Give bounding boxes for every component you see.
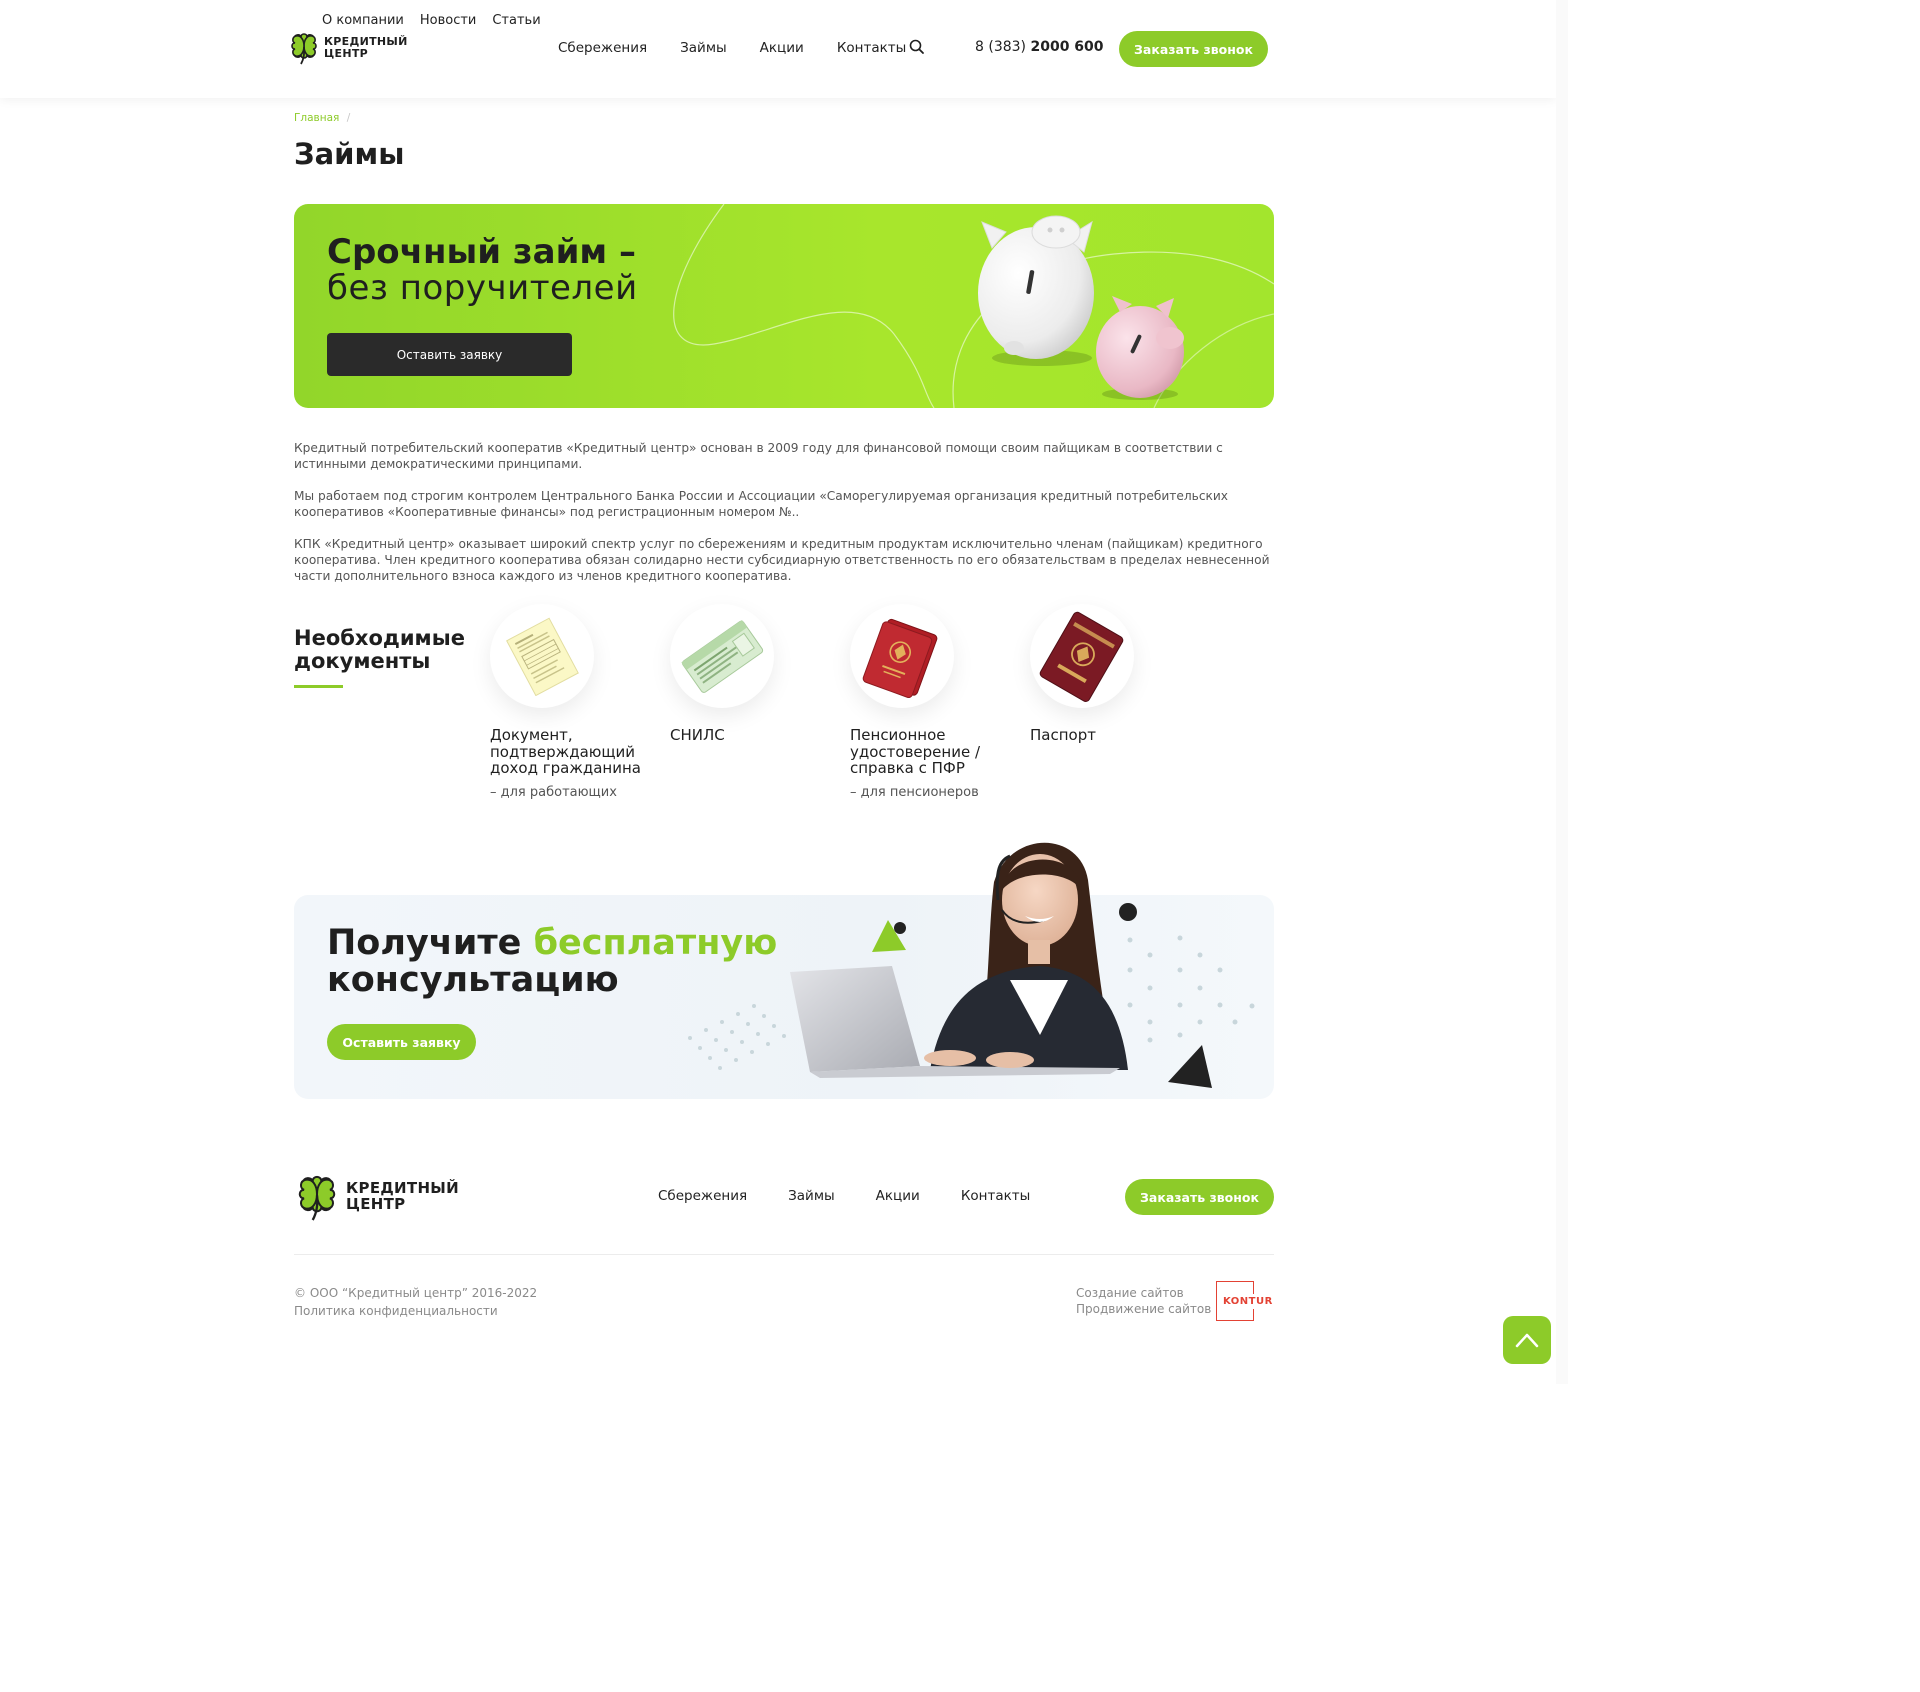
phone-prefix: 8 (383)	[975, 39, 1027, 55]
footer-order-call-button[interactable]: Заказать звонок	[1125, 1179, 1274, 1215]
link-about[interactable]: О компании	[322, 13, 404, 28]
document-title: Паспорт	[1030, 726, 1096, 744]
link-articles[interactable]: Статьи	[492, 13, 540, 28]
income-document-icon	[506, 617, 579, 696]
footer-nav-promotions[interactable]: Акции	[876, 1188, 920, 1204]
hero-apply-button[interactable]: Оставить заявку	[327, 333, 572, 376]
clover-logo-icon	[291, 33, 317, 65]
document-item-pension: Пенсионное удостоверение / справка с ПФР…	[850, 604, 1020, 800]
kontur-logo[interactable]: KONTUR	[1216, 1281, 1273, 1321]
hero-title-line1: Срочный займ –	[327, 232, 637, 272]
consultation-apply-button[interactable]: Оставить заявку	[327, 1024, 476, 1060]
documents-heading: Необходимые документы	[294, 627, 465, 673]
document-title: Пенсионное удостоверение / справка с ПФР	[850, 726, 981, 777]
order-call-button[interactable]: Заказать звонок	[1119, 31, 1268, 67]
scroll-to-top-button[interactable]	[1503, 1316, 1551, 1364]
site-logo[interactable]: КРЕДИТНЫЙ ЦЕНТР	[288, 31, 408, 65]
passport-icon	[1039, 611, 1124, 702]
piggy-bank-pink-illustration	[1096, 296, 1184, 400]
search-button[interactable]	[908, 38, 926, 56]
breadcrumb-separator: /	[346, 112, 351, 124]
documents-heading-line1: Необходимые	[294, 626, 465, 650]
snils-card-icon	[681, 620, 764, 693]
about-paragraph: Кредитный потребительский кооператив «Кр…	[294, 441, 1223, 471]
nav-promotions[interactable]: Акции	[760, 40, 804, 56]
consultation-title-part1: Получите	[327, 923, 534, 963]
document-image-circle	[850, 604, 954, 708]
document-title: СНИЛС	[670, 726, 725, 744]
page-title: Займы	[294, 137, 405, 171]
privacy-policy-link[interactable]: Политика конфиденциальности	[294, 1304, 498, 1318]
main-nav: Сбережения Займы Акции Контакты	[558, 40, 906, 56]
documents-heading-line2: документы	[294, 649, 431, 673]
breadcrumb-home[interactable]: Главная	[294, 112, 339, 124]
consultation-title-line2: консультацию	[327, 960, 619, 1000]
about-text: Кредитный потребительский кооператив «Кр…	[294, 440, 1284, 600]
footer-nav-loans[interactable]: Займы	[788, 1188, 835, 1204]
arrow-up-icon	[1515, 1333, 1539, 1348]
logo-text: КРЕДИТНЫЙ ЦЕНТР	[346, 1179, 459, 1213]
document-item-income: Документ, подтверждающий доход гражданин…	[490, 604, 660, 800]
about-paragraph: КПК «Кредитный центр» оказывает широкий …	[294, 537, 1270, 583]
phone-number[interactable]: 8 (383) 2000 600	[975, 39, 1104, 55]
consultation-title: Получите бесплатную консультацию	[327, 925, 777, 999]
developer-links: Создание сайтов Продвижение сайтов	[1076, 1285, 1211, 1317]
kontur-logo-text: KONTUR	[1223, 1293, 1273, 1309]
copyright-text: © ООО “Кредитный центр” 2016-2022	[294, 1286, 538, 1300]
dev-link-creation[interactable]: Создание сайтов	[1076, 1285, 1211, 1301]
documents-heading-underline	[294, 685, 343, 688]
footer-logo[interactable]: КРЕДИТНЫЙ ЦЕНТР	[294, 1172, 459, 1222]
footer-nav-savings[interactable]: Сбережения	[658, 1188, 747, 1204]
copyright-block: © ООО “Кредитный центр” 2016-2022 Полити…	[294, 1284, 537, 1320]
footer-nav-contacts[interactable]: Контакты	[961, 1188, 1030, 1204]
top-links: О компании Новости Статьи	[322, 13, 541, 28]
logo-text: КРЕДИТНЫЙ ЦЕНТР	[324, 35, 408, 60]
search-icon	[909, 39, 924, 54]
phone-main: 2000 600	[1030, 39, 1104, 55]
nav-savings[interactable]: Сбережения	[558, 40, 647, 56]
clover-logo-icon	[298, 1175, 336, 1221]
link-news[interactable]: Новости	[420, 13, 477, 28]
nav-contacts[interactable]: Контакты	[837, 40, 906, 56]
document-image-circle	[1030, 604, 1134, 708]
site-header: КРЕДИТНЫЙ ЦЕНТР О компании Новости Стать…	[0, 0, 1556, 98]
page-scrollbar[interactable]	[1556, 0, 1568, 1384]
document-image-circle	[670, 604, 774, 708]
dev-link-promotion[interactable]: Продвижение сайтов	[1076, 1301, 1211, 1317]
document-note: – для пенсионеров	[850, 784, 979, 800]
about-paragraph: Мы работаем под строгим контролем Центра…	[294, 489, 1229, 519]
document-image-circle	[490, 604, 594, 708]
pension-certificate-icon	[862, 618, 938, 699]
hero-title: Срочный займ – без поручителей	[327, 234, 638, 306]
consultation-title-accent: бесплатную	[533, 923, 778, 963]
breadcrumb: Главная /	[294, 112, 350, 124]
hero-title-line2: без поручителей	[327, 268, 638, 308]
hero-banner: Срочный займ – без поручителей Оставить …	[294, 204, 1274, 408]
footer-divider	[294, 1254, 1274, 1255]
footer-nav: Сбережения Займы Акции Контакты	[658, 1188, 1030, 1204]
document-item-snils: СНИЛС	[670, 604, 840, 744]
nav-loans[interactable]: Займы	[680, 40, 727, 56]
document-note: – для работающих	[490, 784, 617, 800]
document-title: Документ, подтверждающий доход гражданин…	[490, 726, 641, 777]
piggy-bank-illustration	[978, 215, 1094, 366]
document-item-passport: Паспорт	[1030, 604, 1200, 744]
